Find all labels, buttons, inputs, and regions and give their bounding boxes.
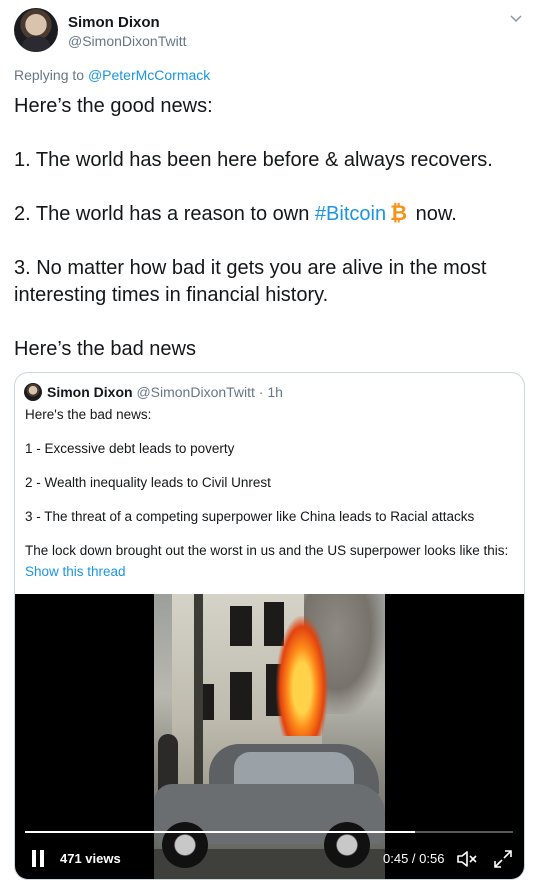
pause-icon[interactable] bbox=[32, 850, 44, 867]
quoted-line: 3 - The threat of a competing superpower… bbox=[25, 509, 475, 524]
video-progress-fill bbox=[25, 831, 416, 833]
volume-muted-icon[interactable] bbox=[456, 849, 478, 869]
video-frame bbox=[154, 594, 385, 879]
replying-to: Replying to @PeterMcCormack bbox=[14, 67, 210, 83]
quoted-line: 1 - Excessive debt leads to poverty bbox=[25, 441, 235, 456]
fire bbox=[276, 616, 328, 736]
quoted-tweet[interactable]: Simon Dixon @SimonDixonTwitt · 1h Here's… bbox=[14, 372, 525, 880]
bitcoin-icon: ₿ bbox=[390, 201, 407, 223]
bitcoin-hashtag[interactable]: #Bitcoin bbox=[315, 203, 386, 225]
view-count: 471 views bbox=[60, 851, 121, 866]
quoted-tweet-text: Here's the bad news: 1 - Excessive debt … bbox=[25, 406, 517, 597]
quoted-display-name: Simon Dixon bbox=[47, 384, 133, 400]
tweet-line-text: 2. The world has a reason to own bbox=[14, 203, 315, 225]
author-handle[interactable]: @SimonDixonTwitt bbox=[68, 32, 186, 51]
replying-to-label: Replying to bbox=[14, 67, 88, 83]
tweet-line: Here’s the good news: bbox=[14, 95, 213, 117]
quoted-line: The lock down brought out the worst in u… bbox=[25, 543, 509, 558]
video-time: 0:45 / 0:56 bbox=[383, 851, 445, 866]
quoted-handle: @SimonDixonTwitt bbox=[136, 384, 255, 400]
video-progress-bar[interactable] bbox=[25, 831, 513, 833]
tweet-line: Here’s the bad news bbox=[14, 338, 196, 360]
avatar[interactable] bbox=[14, 8, 58, 52]
expand-icon[interactable] bbox=[493, 849, 513, 869]
tweet-line: 1. The world has been here before & alwa… bbox=[14, 149, 493, 171]
quoted-tweet-header: Simon Dixon @SimonDixonTwitt · 1h bbox=[24, 382, 283, 402]
car bbox=[154, 744, 385, 868]
quoted-line: Here's the bad news: bbox=[25, 407, 152, 422]
tweet-text: Here’s the good news: 1. The world has b… bbox=[14, 93, 524, 363]
tweet-header: Simon Dixon @SimonDixonTwitt bbox=[14, 8, 529, 54]
tweet-line-text: now. bbox=[410, 203, 457, 225]
quoted-time: · 1h bbox=[254, 384, 283, 400]
author-names[interactable]: Simon Dixon @SimonDixonTwitt bbox=[68, 13, 186, 51]
video-player[interactable]: 471 views 0:45 / 0:56 bbox=[15, 594, 524, 879]
author-display-name[interactable]: Simon Dixon bbox=[68, 13, 186, 32]
quoted-line: 2 - Wealth inequality leads to Civil Unr… bbox=[25, 475, 271, 490]
tweet-line: 3. No matter how bad it gets you are ali… bbox=[14, 257, 487, 306]
tweet-card: Simon Dixon @SimonDixonTwitt Replying to… bbox=[0, 0, 539, 883]
chevron-down-icon[interactable] bbox=[507, 10, 525, 28]
replying-to-link[interactable]: @PeterMcCormack bbox=[88, 67, 210, 83]
show-thread-link[interactable]: Show this thread bbox=[25, 563, 517, 580]
quoted-avatar bbox=[24, 383, 42, 401]
svg-text:₿: ₿ bbox=[390, 201, 407, 223]
tweet-line: 2. The world has a reason to own #Bitcoi… bbox=[14, 201, 524, 228]
